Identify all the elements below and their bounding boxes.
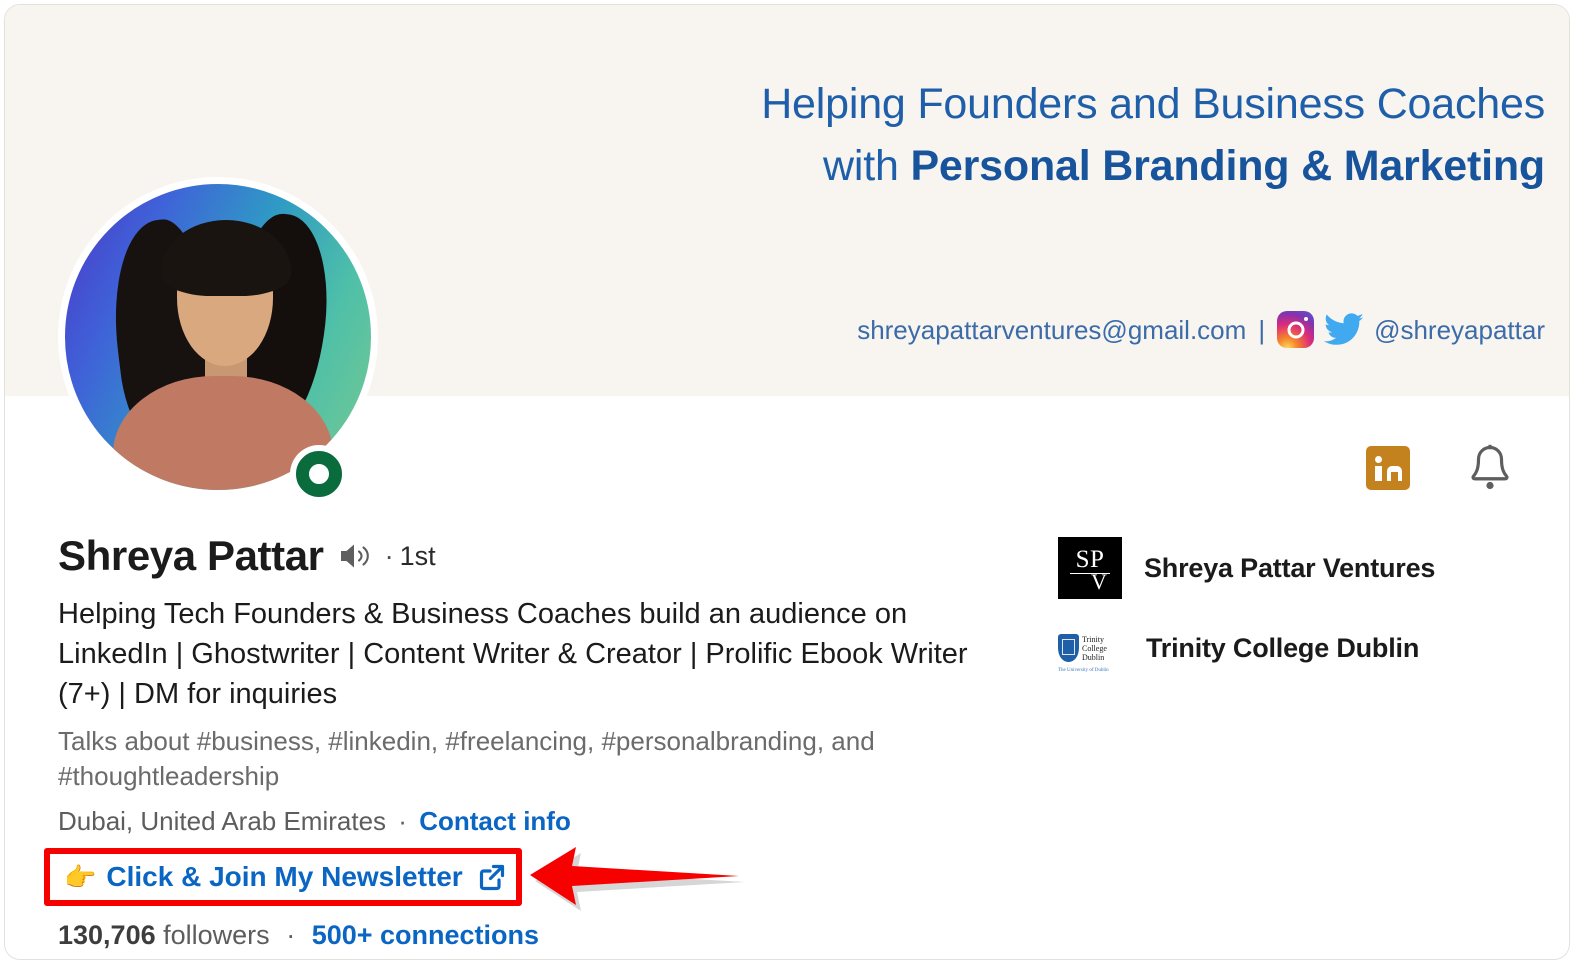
degree-dot: · [384, 541, 394, 571]
banner-social-handle: @shreyapattar [1374, 314, 1545, 345]
newsletter-link-label: Click & Join My Newsletter [106, 861, 463, 892]
trinity-college-dublin-logo: Trinity College Dublin The University of… [1058, 622, 1124, 674]
affiliation-row-company[interactable]: SP V Shreya Pattar Ventures [1058, 535, 1518, 601]
education-name: Trinity College Dublin [1146, 632, 1420, 663]
location-separator: · [398, 806, 407, 836]
newsletter-highlight-box: 👉 Click & Join My Newsletter [44, 848, 522, 906]
connections-link[interactable]: 500+ connections [312, 920, 539, 950]
speaker-icon[interactable] [338, 540, 374, 572]
stats-separator: · [286, 920, 296, 950]
banner-separator: | [1258, 314, 1266, 345]
trinity-logo-line3: Dublin [1082, 652, 1105, 662]
red-arrow-pointing-left [530, 847, 745, 911]
linkedin-premium-badge[interactable] [1366, 446, 1410, 490]
profile-stats: 130,706 followers · 500+ connections [58, 917, 539, 953]
banner-headline-line1: Helping Founders and Business Coaches [761, 80, 1545, 128]
followers-label: followers [163, 920, 270, 950]
connection-degree: · 1st [385, 541, 436, 571]
name-row: Shreya Pattar · 1st [58, 529, 1018, 583]
linkedin-profile-card: Helping Founders and Business Coaches wi… [4, 4, 1570, 960]
profile-affiliations: SP V Shreya Pattar Ventures Trinity Coll… [1058, 535, 1518, 681]
trinity-logo-line2: College [1082, 643, 1107, 653]
banner-headline-line2: with Personal Branding & Marketing [565, 135, 1545, 197]
trinity-logo-line1: Trinity [1082, 634, 1104, 644]
talks-about: Talks about #business, #linkedin, #freel… [58, 726, 875, 791]
followers-count: 130,706 [58, 920, 156, 950]
banner-headline-line2-bold: Personal Branding & Marketing [910, 142, 1545, 190]
bell-icon[interactable] [1467, 443, 1513, 493]
location-text: Dubai, United Arab Emirates [58, 806, 387, 836]
newsletter-link[interactable]: 👉 Click & Join My Newsletter [64, 861, 507, 893]
avatar[interactable] [58, 177, 378, 503]
twitter-icon [1324, 313, 1364, 345]
banner-headline-line2-prefix: with [823, 142, 911, 190]
open-to-work-ring [290, 445, 348, 503]
trinity-shield-icon [1058, 634, 1079, 662]
affiliation-row-education[interactable]: Trinity College Dublin The University of… [1058, 615, 1518, 681]
profile-identity: Shreya Pattar · 1st Helping Tech Founders… [58, 529, 1018, 838]
degree-label: 1st [399, 541, 436, 571]
profile-headline: Helping Tech Founders & Business Coaches… [58, 598, 968, 710]
trinity-logo-words: Trinity College Dublin [1082, 635, 1107, 662]
banner-headline: Helping Founders and Business Coaches wi… [565, 73, 1545, 197]
pointing-right-icon: 👉 [64, 862, 97, 892]
spv-logo: SP V [1058, 537, 1122, 599]
profile-actions [1366, 443, 1513, 493]
company-name: Shreya Pattar Ventures [1144, 552, 1436, 583]
trinity-logo-subtitle: The University of Dublin [1058, 668, 1109, 673]
location-row: Dubai, United Arab Emirates · Contact in… [58, 804, 1018, 838]
banner-email: shreyapattarventures@gmail.com [857, 314, 1247, 345]
spv-logo-bottom: V [1091, 569, 1107, 594]
instagram-icon [1277, 311, 1315, 348]
page-title: Shreya Pattar [58, 532, 324, 579]
banner-contact-row: shreyapattarventures@gmail.com | @shreya… [545, 311, 1545, 348]
external-link-icon [479, 864, 504, 891]
contact-info-link[interactable]: Contact info [419, 806, 571, 836]
